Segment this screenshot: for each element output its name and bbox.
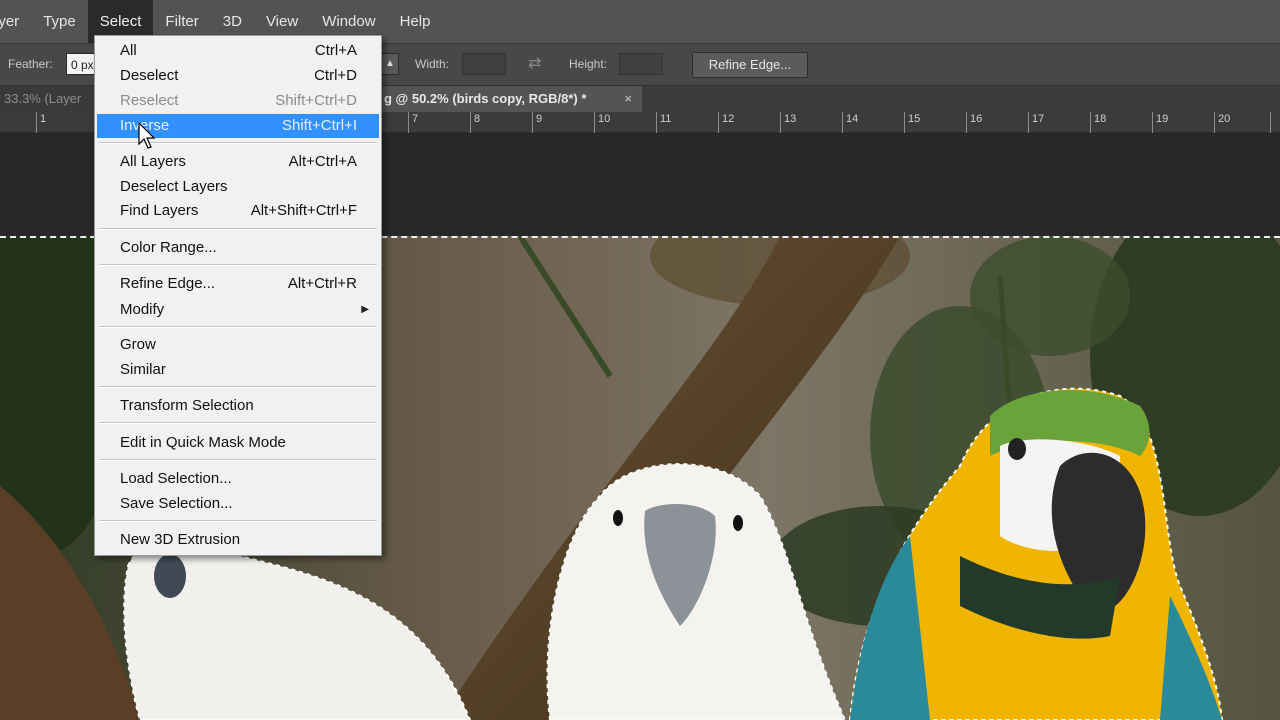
menu-item-label: Deselect [120,67,179,84]
width-label: Width: [415,57,450,71]
ruler-label: 19 [1156,113,1169,125]
menu-item-shortcut: Ctrl+D [314,67,357,84]
menu-item-label: Similar [120,361,166,378]
menu-item-find-layers[interactable]: Find Layers Alt+Shift+Ctrl+F [97,199,379,223]
ruler-label: 14 [846,113,859,125]
ruler-label: 18 [1094,113,1107,125]
height-label: Height: [569,57,608,71]
menu-item-color-range[interactable]: Color Range... [97,236,379,260]
ruler-label: 11 [660,113,672,125]
feather-label: Feather: [8,57,53,71]
width-input[interactable] [462,53,506,75]
menu-item-modify[interactable]: Modify ▶ [97,298,379,322]
swap-icon[interactable]: ⇄ [528,53,541,73]
menu-item-label: Deselect Layers [120,178,228,195]
ruler-label: 8 [474,113,481,125]
menu-item-grow[interactable]: Grow [97,333,379,357]
height-input[interactable] [619,53,663,75]
menu-item-save-selection[interactable]: Save Selection... [97,492,379,516]
menu-separator [99,459,377,461]
mouse-pointer-icon [138,122,156,149]
ruler-label: 1 [40,113,47,125]
menu-item-transform-selection[interactable]: Transform Selection [97,394,379,418]
menu-item-label: Load Selection... [120,470,232,487]
tab-document-2-title: g @ 50.2% (birds copy, RGB/8*) * [384,91,587,106]
tab-document-1[interactable]: 33.3% (Layer [0,86,96,112]
menu-separator [99,326,377,328]
menu-item-label: New 3D Extrusion [120,531,241,548]
menu-separator [99,228,377,230]
menu-item-label: Modify [120,301,165,318]
menu-item-refine-edge[interactable]: Refine Edge... Alt+Ctrl+R [97,272,379,296]
ruler-label: 9 [536,113,543,125]
menu-type[interactable]: Type [31,0,88,43]
refine-edge-button[interactable]: Refine Edge... [692,52,808,78]
submenu-arrow-icon: ▶ [361,304,369,315]
menu-item-shortcut: Shift+Ctrl+I [281,117,357,134]
style-dropdown-arrow[interactable]: ▲ [381,53,399,75]
menu-item-load-selection[interactable]: Load Selection... [97,467,379,491]
menu-layer[interactable]: ayer [0,0,31,43]
menu-item-label: Color Range... [120,239,217,256]
menu-item-quick-mask[interactable]: Edit in Quick Mask Mode [97,431,379,455]
menu-item-deselect-layers[interactable]: Deselect Layers [97,175,379,199]
menu-item-similar[interactable]: Similar [97,358,379,382]
menu-separator [99,386,377,388]
ruler-label: 10 [598,113,611,125]
menu-item-label: Refine Edge... [120,275,216,292]
menu-item-label: All [120,42,137,59]
menu-separator [99,264,377,266]
menu-item-deselect[interactable]: Deselect Ctrl+D [97,64,379,88]
menu-item-shortcut: Alt+Ctrl+R [287,275,357,292]
menu-item-label: Grow [120,336,156,353]
menu-item-label: Save Selection... [120,495,233,512]
ruler-label: 16 [970,113,983,125]
tab-document-2[interactable]: g @ 50.2% (birds copy, RGB/8*) * × [380,86,642,112]
ruler-label: 13 [784,113,797,125]
menu-item-label: Edit in Quick Mask Mode [120,434,286,451]
ruler-label: 7 [412,113,419,125]
close-tab-icon[interactable]: × [624,86,632,112]
menu-help[interactable]: Help [388,0,443,43]
menu-item-label: Find Layers [120,202,199,219]
menu-item-shortcut: Alt+Ctrl+A [288,153,357,170]
menu-item-new-3d-extrusion[interactable]: New 3D Extrusion [97,528,379,552]
ruler-label: 17 [1032,113,1045,125]
menu-item-reselect: Reselect Shift+Ctrl+D [97,89,379,113]
menu-item-label: Reselect [120,92,179,109]
menu-separator [99,422,377,424]
menu-item-all-layers[interactable]: All Layers Alt+Ctrl+A [97,150,379,174]
menu-item-shortcut: Ctrl+A [314,42,357,59]
ruler-label: 15 [908,113,921,125]
menu-item-label: Transform Selection [120,397,254,414]
menu-item-all[interactable]: All Ctrl+A [97,39,379,63]
menu-item-shortcut: Shift+Ctrl+D [275,92,357,109]
ruler-label: 12 [722,113,735,125]
menu-item-label: All Layers [120,153,186,170]
menu-separator [99,520,377,522]
ruler-label: 20 [1218,113,1231,125]
menu-item-shortcut: Alt+Shift+Ctrl+F [250,202,357,219]
select-menu-dropdown: All Ctrl+A Deselect Ctrl+D Reselect Shif… [94,35,382,556]
